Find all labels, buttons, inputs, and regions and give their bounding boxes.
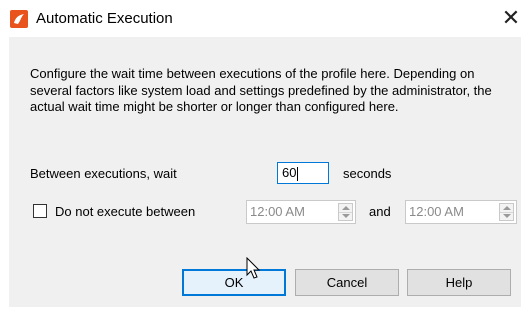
help-button[interactable]: Help	[407, 269, 511, 296]
mouse-pointer-icon	[246, 257, 261, 279]
end-time-field[interactable]: 12:00 AM	[405, 200, 517, 224]
seconds-label: seconds	[343, 166, 392, 181]
wait-seconds-input[interactable]: 60	[277, 162, 329, 184]
app-icon	[10, 10, 28, 28]
dialog-body: Configure the wait time between executio…	[9, 37, 521, 307]
start-time-spinner[interactable]	[338, 203, 353, 221]
start-time-field[interactable]: 12:00 AM	[246, 200, 356, 224]
description-text: Configure the wait time between executio…	[30, 66, 492, 114]
do-not-execute-checkbox[interactable]	[33, 204, 47, 218]
wait-label: Between executions, wait	[30, 166, 177, 181]
spin-down-icon	[342, 214, 350, 218]
title-bar: Automatic Execution ✕	[0, 0, 529, 37]
spin-up-icon	[503, 206, 511, 210]
do-not-execute-label: Do not execute between	[55, 204, 196, 219]
wait-seconds-value: 60	[282, 165, 297, 180]
spin-up-icon	[342, 206, 350, 210]
text-caret	[297, 166, 299, 181]
start-time-value: 12:00 AM	[250, 204, 305, 219]
and-label: and	[369, 204, 391, 219]
dialog-window: Automatic Execution ✕ Configure the wait…	[0, 0, 529, 315]
cancel-button[interactable]: Cancel	[295, 269, 399, 296]
end-time-value: 12:00 AM	[409, 204, 464, 219]
end-time-spinner[interactable]	[499, 203, 514, 221]
spin-down-icon	[503, 214, 511, 218]
ok-button[interactable]: OK	[182, 269, 286, 296]
window-title: Automatic Execution	[36, 10, 173, 27]
close-icon[interactable]: ✕	[496, 4, 526, 32]
